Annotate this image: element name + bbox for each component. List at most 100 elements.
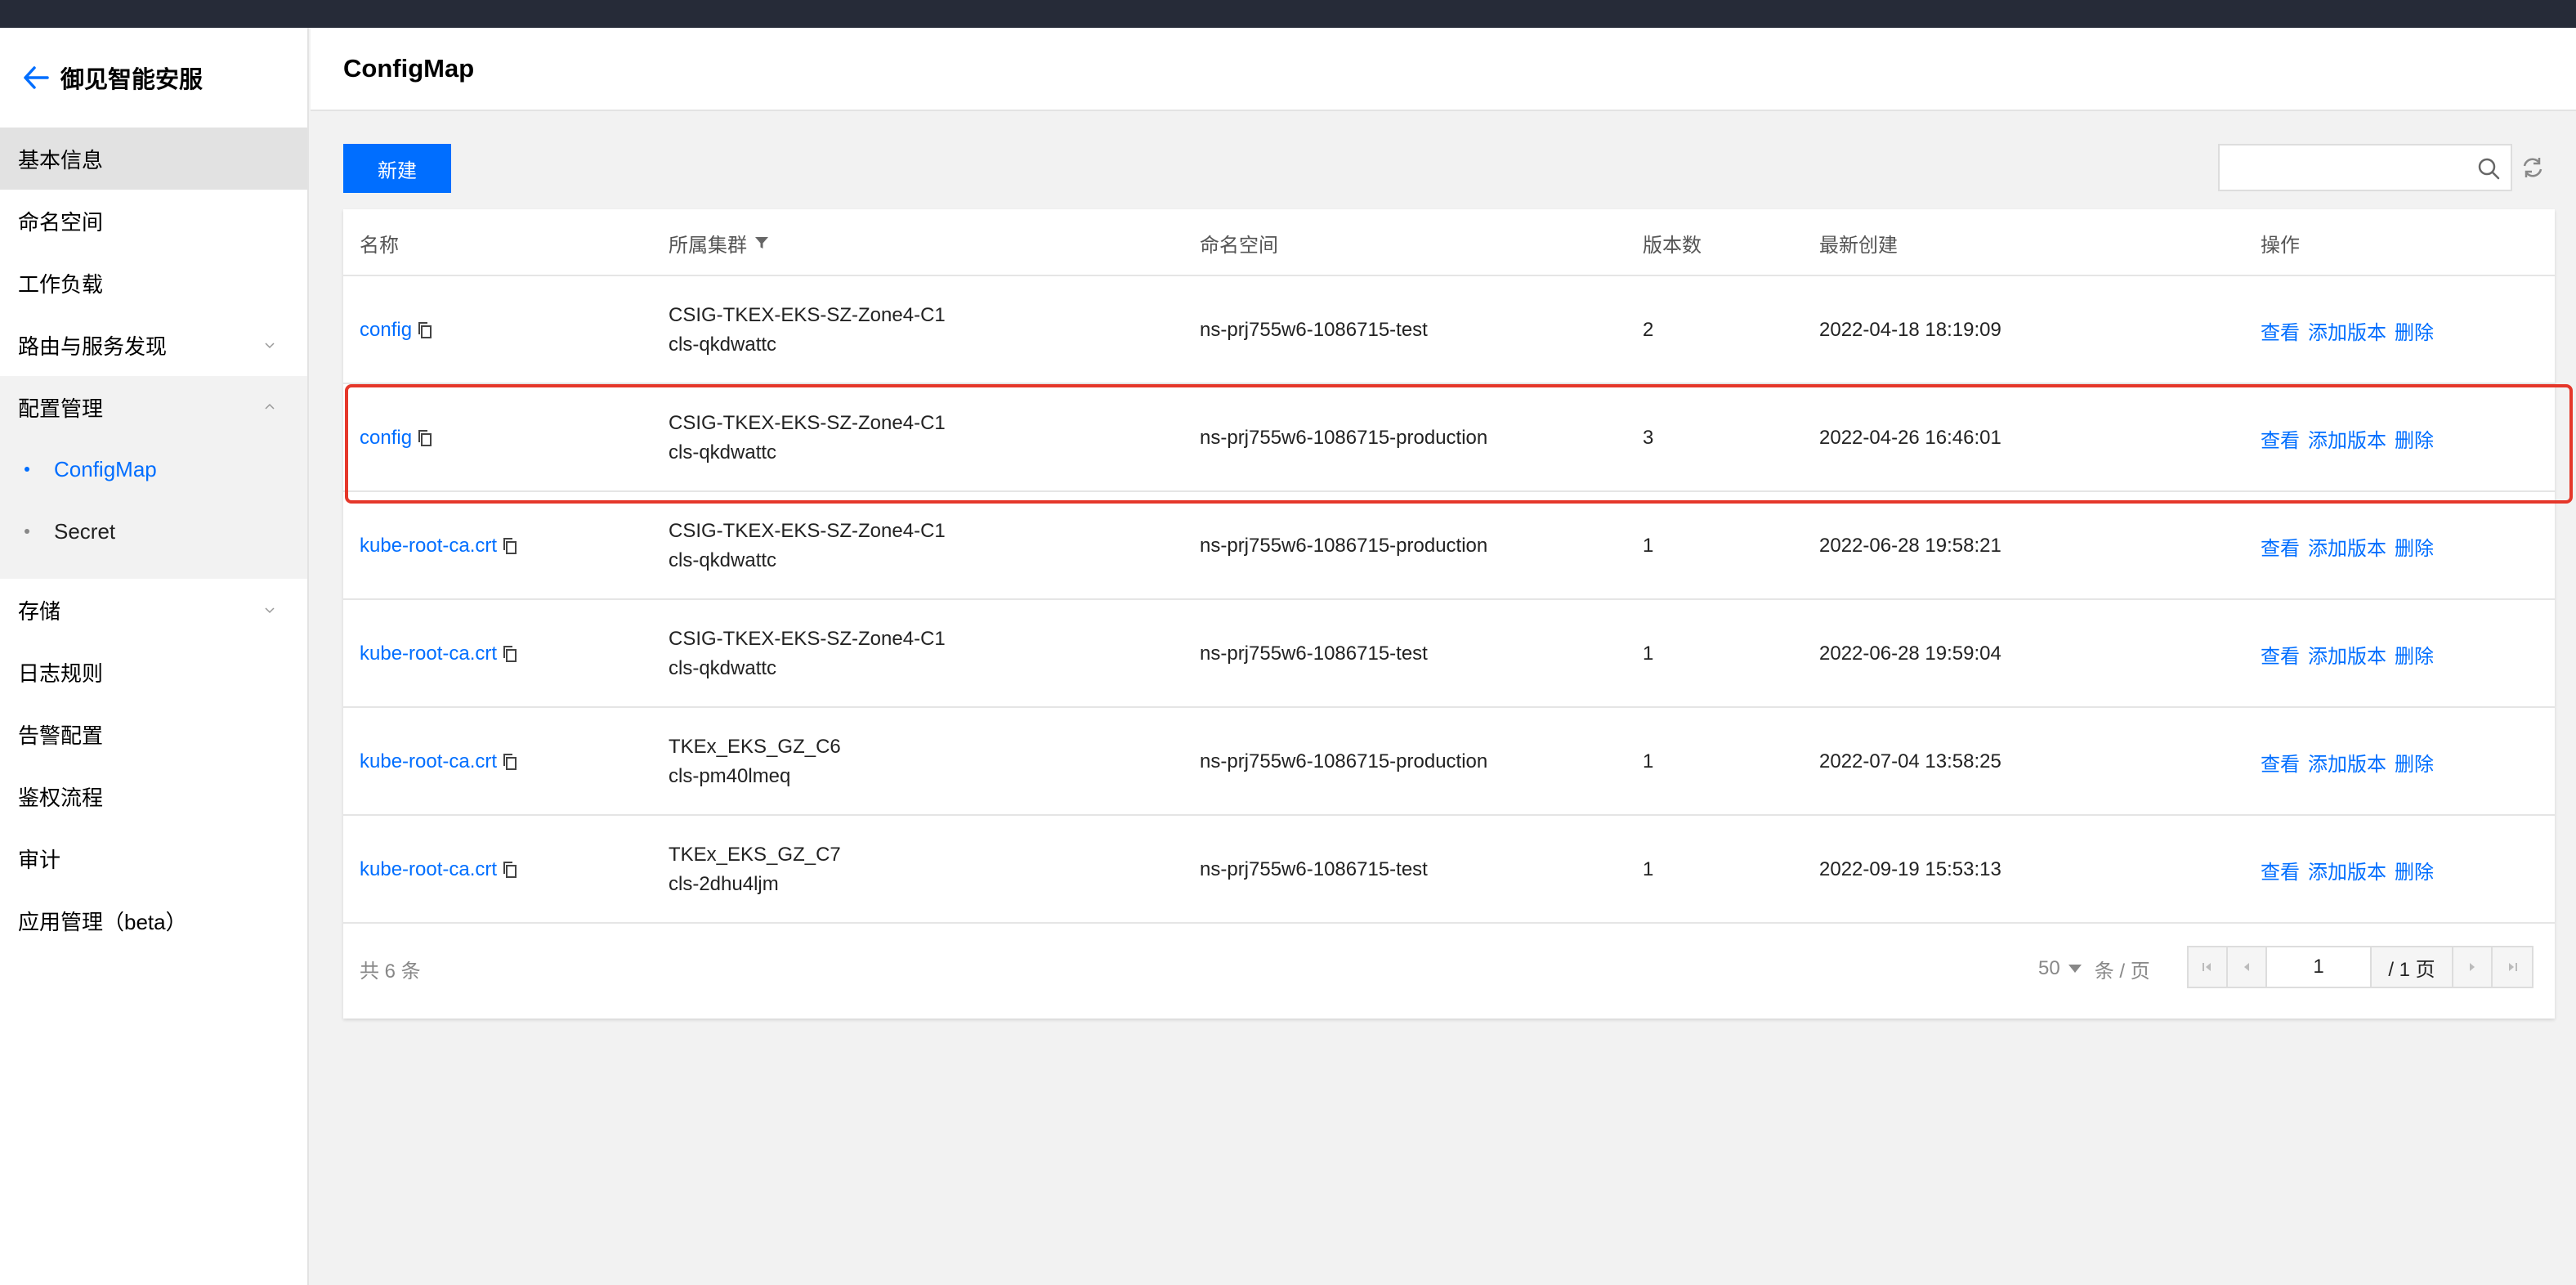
sidebar-item-log-rules[interactable]: 日志规则 — [0, 641, 307, 703]
add-version-link[interactable]: 添加版本 — [2308, 748, 2386, 777]
view-link[interactable]: 查看 — [2261, 424, 2300, 453]
page-number-input[interactable]: 1 — [2267, 947, 2372, 987]
copy-icon[interactable] — [415, 428, 435, 448]
add-version-link[interactable]: 添加版本 — [2308, 424, 2386, 453]
cluster-name: TKEx_EKS_GZ_C6 — [669, 736, 841, 758]
configmap-name-link[interactable]: kube-root-ca.crt — [360, 750, 497, 773]
view-link[interactable]: 查看 — [2261, 856, 2300, 884]
sidebar-subitem-secret[interactable]: Secret — [0, 500, 307, 562]
versions-cell: 2 — [1643, 319, 1654, 341]
bullet-icon — [25, 467, 29, 472]
namespace-cell: ns-prj755w6-1086715-test — [1200, 319, 1428, 341]
namespace-cell: ns-prj755w6-1086715-production — [1200, 535, 1488, 557]
actions-cell: 查看 添加版本 删除 — [2261, 276, 2442, 384]
table-footer: 共 6 条 50 条 / 页 1 / 1 页 — [343, 924, 2555, 1014]
copy-icon[interactable] — [500, 536, 520, 556]
versions-cell: 1 — [1643, 535, 1654, 557]
sidebar-item-workload[interactable]: 工作负载 — [0, 252, 307, 314]
delete-link[interactable]: 删除 — [2395, 640, 2434, 669]
view-link[interactable]: 查看 — [2261, 316, 2300, 345]
view-link[interactable]: 查看 — [2261, 748, 2300, 777]
search-input[interactable] — [2220, 146, 2457, 190]
cluster-name: CSIG-TKEX-EKS-SZ-Zone4-C1 — [669, 304, 946, 326]
delete-link[interactable]: 删除 — [2395, 424, 2434, 453]
sidebar-item-alerts[interactable]: 告警配置 — [0, 703, 307, 765]
column-header-created: 最新创建 — [1819, 234, 1898, 257]
first-page-button[interactable] — [2189, 947, 2228, 987]
created-cell: 2022-06-28 19:59:04 — [1819, 642, 2001, 665]
next-page-button[interactable] — [2453, 947, 2493, 987]
sidebar-item-config-management[interactable]: 配置管理 — [0, 376, 307, 438]
delete-link[interactable]: 删除 — [2395, 748, 2434, 777]
name-cell: kube-root-ca.crt — [360, 600, 520, 708]
filter-icon[interactable] — [754, 235, 770, 251]
sidebar-item-auth-flow[interactable]: 鉴权流程 — [0, 765, 307, 827]
arrow-left-icon[interactable] — [20, 61, 52, 94]
configmap-name-link[interactable]: kube-root-ca.crt — [360, 858, 497, 881]
sidebar-item-audit[interactable]: 审计 — [0, 827, 307, 889]
first-page-icon — [2203, 963, 2211, 971]
configmap-name-link[interactable]: config — [360, 319, 412, 342]
sidebar-item-namespace[interactable]: 命名空间 — [0, 190, 307, 252]
prev-page-icon — [2244, 963, 2249, 971]
configmap-name-link[interactable]: kube-root-ca.crt — [360, 535, 497, 557]
table-row: kube-root-ca.crt CSIG-TKEX-EKS-SZ-Zone4-C… — [343, 492, 2555, 600]
add-version-link[interactable]: 添加版本 — [2308, 316, 2386, 345]
sidebar-item-storage[interactable]: 存储 — [0, 579, 307, 641]
configmap-name-link[interactable]: config — [360, 427, 412, 450]
copy-icon[interactable] — [500, 860, 520, 880]
page-size-select[interactable]: 50 条 / 页 — [2038, 924, 2150, 1014]
sidebar-item-app-management[interactable]: 应用管理（beta） — [0, 889, 307, 951]
table-body: config CSIG-TKEX-EKS-SZ-Zone4-C1 cls-qkdwa… — [343, 276, 2555, 924]
cluster-id: cls-qkdwattc — [669, 549, 777, 571]
page-size-value: 50 — [2038, 957, 2060, 979]
last-page-icon — [2509, 963, 2517, 971]
created-cell: 2022-04-26 16:46:01 — [1819, 427, 2001, 449]
view-link[interactable]: 查看 — [2261, 532, 2300, 561]
search-icon[interactable] — [2476, 156, 2501, 181]
pagination: 1 / 1 页 — [2187, 946, 2534, 988]
refresh-icon[interactable] — [2520, 155, 2545, 180]
add-version-link[interactable]: 添加版本 — [2308, 532, 2386, 561]
table-row: kube-root-ca.crt CSIG-TKEX-EKS-SZ-Zone4-C… — [343, 600, 2555, 708]
cluster-cell: CSIG-TKEX-EKS-SZ-Zone4-C1 cls-qkdwattc — [669, 492, 946, 600]
column-header-cluster[interactable]: 所属集群 — [669, 209, 770, 276]
actions-cell: 查看 添加版本 删除 — [2261, 384, 2442, 492]
cluster-id: cls-pm40lmeq — [669, 765, 791, 787]
sidebar-item-label: 日志规则 — [18, 660, 104, 686]
actions-cell: 查看 添加版本 删除 — [2261, 492, 2442, 600]
column-header-name: 名称 — [360, 234, 399, 257]
actions-cell: 查看 添加版本 删除 — [2261, 708, 2442, 816]
column-header-actions: 操作 — [2261, 234, 2300, 257]
view-link[interactable]: 查看 — [2261, 640, 2300, 669]
table-row: config CSIG-TKEX-EKS-SZ-Zone4-C1 cls-qkdwa… — [343, 276, 2555, 384]
delete-link[interactable]: 删除 — [2395, 316, 2434, 345]
cluster-id: cls-qkdwattc — [669, 334, 777, 356]
page-header: ConfigMap — [311, 28, 2576, 111]
column-header-label: 所属集群 — [669, 234, 747, 257]
sidebar-item-label: 基本信息 — [18, 147, 104, 172]
delete-link[interactable]: 删除 — [2395, 856, 2434, 884]
name-cell: kube-root-ca.crt — [360, 816, 520, 924]
namespace-cell: ns-prj755w6-1086715-test — [1200, 642, 1428, 665]
page-title: ConfigMap — [343, 54, 475, 83]
sidebar-subitem-configmap[interactable]: ConfigMap — [0, 438, 307, 500]
configmap-name-link[interactable]: kube-root-ca.crt — [360, 642, 497, 665]
sidebar-item-routing[interactable]: 路由与服务发现 — [0, 314, 307, 376]
page-size-unit: 条 / 页 — [2094, 960, 2150, 983]
copy-icon[interactable] — [500, 644, 520, 664]
add-version-link[interactable]: 添加版本 — [2308, 856, 2386, 884]
sidebar-item-label: 命名空间 — [18, 209, 104, 235]
sidebar-item-basic-info[interactable]: 基本信息 — [0, 128, 307, 190]
last-page-button[interactable] — [2493, 947, 2532, 987]
copy-icon[interactable] — [500, 752, 520, 772]
cluster-cell: TKEx_EKS_GZ_C6 cls-pm40lmeq — [669, 708, 841, 816]
total-count: 共 6 条 — [360, 960, 421, 983]
delete-link[interactable]: 删除 — [2395, 532, 2434, 561]
cluster-name: CSIG-TKEX-EKS-SZ-Zone4-C1 — [669, 412, 946, 434]
prev-page-button[interactable] — [2228, 947, 2267, 987]
new-button[interactable]: 新建 — [343, 144, 451, 193]
copy-icon[interactable] — [415, 320, 435, 340]
chevron-down-icon — [265, 607, 275, 614]
add-version-link[interactable]: 添加版本 — [2308, 640, 2386, 669]
